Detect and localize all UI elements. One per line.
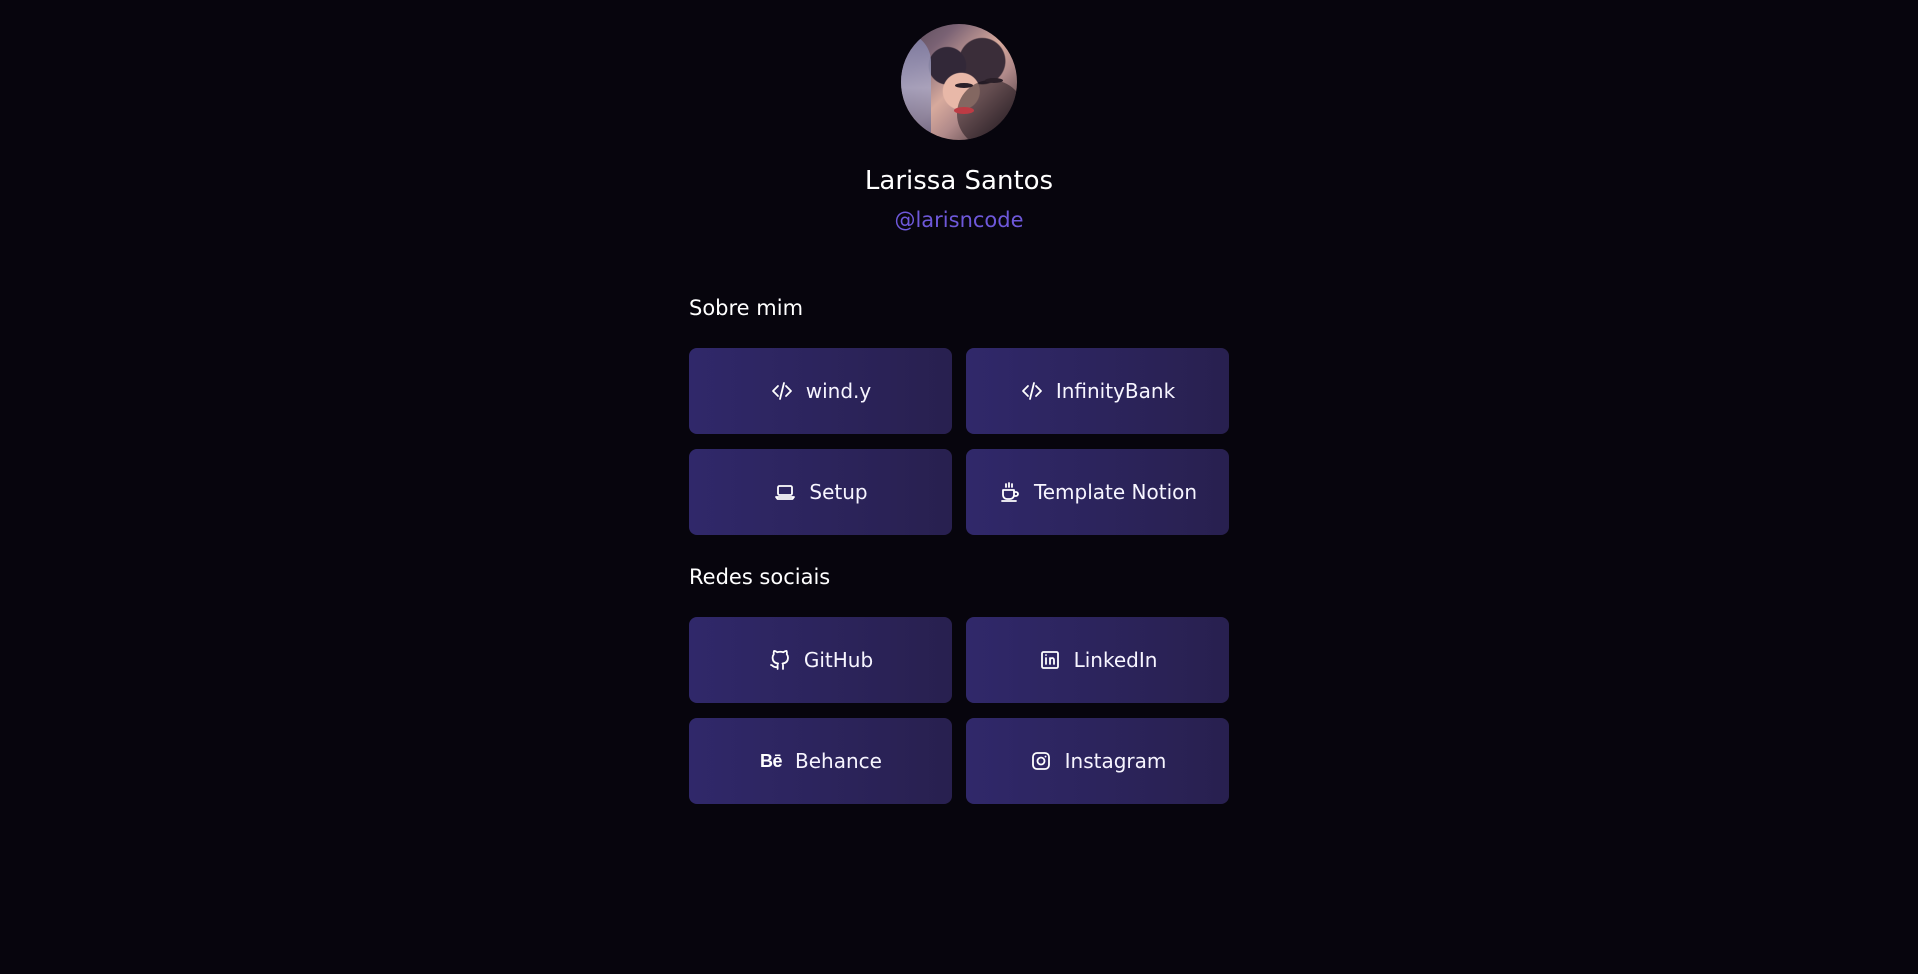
setup-link-button[interactable]: Setup [689,449,952,535]
behance-link-label: Behance [795,749,882,773]
profile-handle: @larisncode [894,208,1024,232]
template-notion-link-label: Template Notion [1033,480,1198,504]
coffee-icon [998,480,1022,504]
github-link-label: GitHub [803,648,874,672]
github-link-button[interactable]: GitHub [689,617,952,703]
github-icon [768,648,792,672]
instagram-link-button[interactable]: Instagram [966,718,1229,804]
infinitybank-link-button[interactable]: InfinityBank [966,348,1229,434]
profile-name: Larissa Santos [864,166,1054,196]
infinitybank-link-label: InfinityBank [1055,379,1176,403]
linkedin-icon [1038,648,1062,672]
instagram-link-label: Instagram [1064,749,1167,773]
about-section-title: Sobre mim [689,296,804,320]
template-notion-link-button[interactable]: Template Notion [966,449,1229,535]
linkedin-link-button[interactable]: LinkedIn [966,617,1229,703]
windy-link-button[interactable]: wind.y [689,348,952,434]
social-links-grid: GitHub LinkedIn Bē Behance Instagram [689,617,1229,804]
behance-link-button[interactable]: Bē Behance [689,718,952,804]
code-icon [1020,379,1044,403]
windy-link-label: wind.y [805,379,872,403]
laptop-icon [773,480,797,504]
link-in-bio-page: Larissa Santos @larisncode Sobre mim win… [0,0,1918,974]
code-icon [770,379,794,403]
profile-header: Larissa Santos @larisncode [0,24,1918,233]
profile-avatar [901,24,1017,140]
avatar-shadow-detail [957,80,1017,140]
linkedin-link-label: LinkedIn [1073,648,1158,672]
links-content: Sobre mim wind.y InfinityBank Setup Temp… [689,293,1229,804]
setup-link-label: Setup [809,480,868,504]
social-section-title: Redes sociais [689,565,831,589]
behance-icon: Bē [760,751,783,771]
about-links-grid: wind.y InfinityBank Setup Template Notio… [689,348,1229,535]
social-section: Redes sociais GitHub LinkedIn Bē Behance… [689,562,1229,804]
instagram-icon [1029,749,1053,773]
about-section: Sobre mim wind.y InfinityBank Setup Temp… [689,293,1229,535]
